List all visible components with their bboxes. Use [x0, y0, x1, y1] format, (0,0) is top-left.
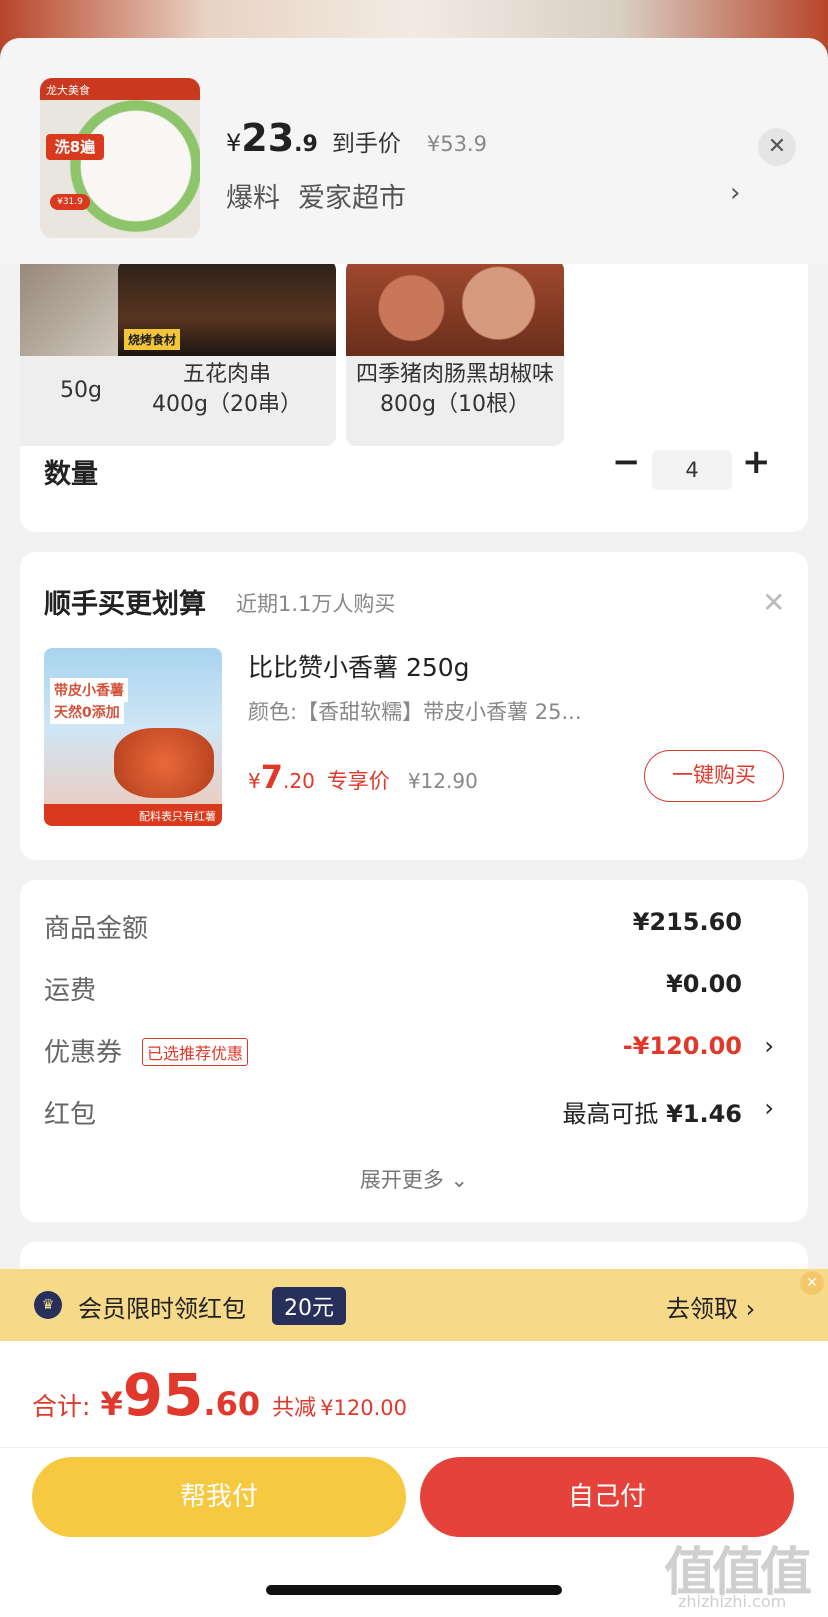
- shipping-row: 运费 ¥0.00: [44, 970, 764, 1010]
- shop-tag: 爆料: [226, 183, 280, 214]
- goods-amount-value: ¥215.60: [632, 908, 742, 936]
- total-symbol: ¥: [100, 1385, 123, 1423]
- product-header: 龙大美食 洗8遍 ¥31.9 ¥ 23 .9 到手价 ¥53.9 爆料 爱家超市…: [0, 38, 828, 264]
- red-packet-row[interactable]: 红包 最高可抵 ¥1.46 ›: [44, 1094, 774, 1134]
- member-redpacket-bar[interactable]: ♛ 会员限时领红包 20元 去领取 › ✕: [0, 1269, 828, 1341]
- watermark-url: zhizhizhi.com: [678, 1592, 787, 1611]
- price-integer: 7: [260, 758, 283, 796]
- coupon-label: 优惠券: [44, 1038, 123, 1068]
- shipping-label: 运费: [44, 976, 97, 1006]
- total-row: 合计: ¥ 95 .60 共减 ¥120.00: [32, 1361, 407, 1429]
- close-icon[interactable]: ✕: [800, 1271, 824, 1295]
- product-price-row: ¥ 23 .9 到手价 ¥53.9: [226, 116, 487, 160]
- coupon-value: -¥120.00: [622, 1032, 742, 1060]
- upsell-image-text: 天然0添加: [50, 700, 124, 724]
- home-indicator[interactable]: [266, 1585, 562, 1595]
- original-price: ¥53.9: [426, 132, 487, 156]
- thumb-badge: 洗8遍: [46, 134, 104, 160]
- coupon-row[interactable]: 优惠券 已选推荐优惠 -¥120.00 ›: [44, 1032, 774, 1072]
- member-promo-amount: 20元: [272, 1287, 346, 1325]
- minus-icon[interactable]: −: [612, 442, 641, 482]
- upsell-image-text: 带皮小香薯: [50, 678, 128, 702]
- quantity-input[interactable]: 4: [652, 450, 732, 490]
- claim-button[interactable]: 去领取 ›: [666, 1289, 755, 1324]
- upsell-product-name[interactable]: 比比赞小香薯 250g: [248, 648, 470, 684]
- price-integer: 23: [241, 116, 295, 160]
- order-summary-card: 商品金额 ¥215.60 运费 ¥0.00 优惠券 已选推荐优惠 -¥120.0…: [20, 880, 808, 1222]
- total-integer: 95: [122, 1361, 204, 1429]
- close-icon[interactable]: ✕: [758, 128, 796, 166]
- quantity-label: 数量: [44, 459, 98, 490]
- chevron-right-icon[interactable]: ›: [730, 178, 740, 208]
- goods-amount-label: 商品金额: [44, 914, 149, 944]
- upsell-product-image[interactable]: 带皮小香薯 天然0添加 配料表只有红薯: [44, 648, 222, 826]
- variant-image: [346, 260, 564, 356]
- thumb-brand: 龙大美食: [40, 78, 200, 100]
- upsell-card: 顺手买更划算 近期1.1万人购买 ✕ 带皮小香薯 天然0添加 配料表只有红薯 比…: [20, 552, 808, 860]
- close-icon[interactable]: ✕: [762, 586, 785, 619]
- price-label: 专享价: [326, 769, 390, 793]
- divider: [0, 1447, 828, 1448]
- variant-option[interactable]: 四季猪肉肠黑胡椒味800g（10根）: [346, 260, 564, 446]
- price-symbol: ¥: [248, 769, 261, 793]
- red-packet-value: 最高可抵 ¥1.46: [562, 1094, 742, 1129]
- upsell-title: 顺手买更划算: [44, 589, 206, 620]
- expand-more-label: 展开更多: [359, 1168, 444, 1192]
- variant-option[interactable]: 烧烤食材 五花肉串 400g（20串）: [118, 260, 336, 446]
- coupon-tag: 已选推荐优惠: [142, 1038, 249, 1066]
- discount-value: ¥120.00: [320, 1396, 407, 1420]
- variant-label: 五花肉串 400g（20串）: [152, 362, 302, 417]
- red-packet-amount: ¥1.46: [666, 1100, 742, 1128]
- upsell-price-row: ¥ 7 .20 专享价 ¥12.90: [248, 758, 478, 796]
- variant-image: 烧烤食材: [118, 260, 336, 356]
- price-symbol: ¥: [226, 129, 242, 157]
- variant-image-label: 烧烤食材: [124, 329, 181, 350]
- goods-amount-row: 商品金额 ¥215.60: [44, 908, 764, 948]
- shop-name: 爱家超市: [298, 183, 406, 214]
- red-packet-label: 红包: [44, 1100, 97, 1130]
- pay-myself-button[interactable]: 自己付: [420, 1457, 794, 1537]
- member-promo-text: 会员限时领红包: [78, 1295, 246, 1323]
- upsell-product-spec: 颜色:【香甜软糯】带皮小香薯 25...: [248, 700, 582, 724]
- sweet-potato-graphic: [114, 728, 214, 798]
- plus-icon[interactable]: +: [742, 442, 771, 482]
- shipping-value: ¥0.00: [666, 970, 742, 998]
- expand-more-button[interactable]: 展开更多 ⌄: [20, 1164, 808, 1194]
- product-thumbnail: 龙大美食 洗8遍 ¥31.9: [40, 78, 200, 238]
- discount-label: 共减: [272, 1396, 317, 1421]
- price-decimal: .9: [294, 132, 318, 157]
- price-decimal: .20: [283, 769, 315, 793]
- chevron-right-icon[interactable]: ›: [764, 1094, 774, 1122]
- one-click-buy-button[interactable]: 一键购买: [644, 750, 784, 802]
- upsell-image-footer: 配料表只有红薯: [44, 804, 222, 826]
- total-decimal: .60: [203, 1385, 261, 1423]
- total-label: 合计:: [32, 1392, 91, 1421]
- price-label: 到手价: [331, 131, 401, 157]
- crown-icon: ♛: [34, 1291, 62, 1319]
- chevron-down-icon: ⌄: [450, 1168, 469, 1192]
- variant-label: 四季猪肉肠黑胡椒味800g（10根）: [355, 362, 554, 417]
- red-packet-prefix: 最高可抵: [562, 1100, 659, 1128]
- variant-card: 50g 烧烤食材 五花肉串 400g（20串） 四季猪肉肠黑胡椒味800g（10…: [20, 230, 808, 532]
- original-price: ¥12.90: [407, 769, 478, 793]
- help-me-pay-button[interactable]: 帮我付: [32, 1457, 406, 1537]
- upsell-subtitle: 近期1.1万人购买: [236, 592, 396, 616]
- shop-row[interactable]: 爆料 爱家超市: [226, 176, 424, 215]
- thumb-price: ¥31.9: [50, 194, 90, 210]
- chevron-right-icon[interactable]: ›: [764, 1032, 774, 1060]
